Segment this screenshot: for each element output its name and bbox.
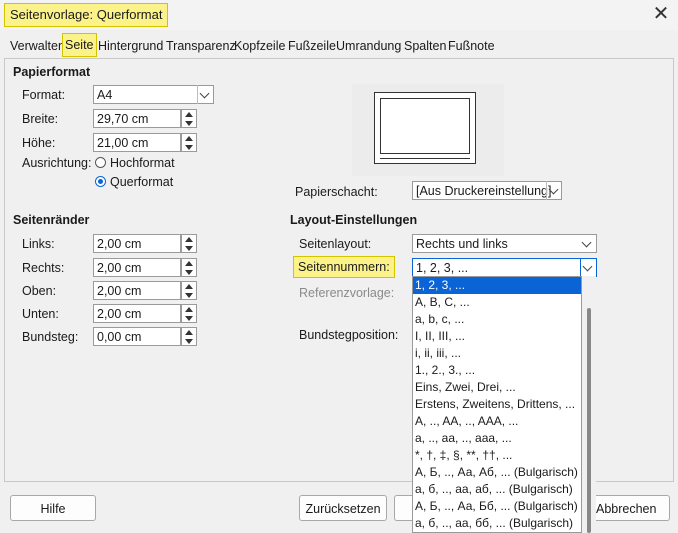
tab-spalten[interactable]: Spalten [402, 36, 448, 56]
width-label: Breite: [22, 112, 59, 126]
page-layout-value: Rechts und links [416, 237, 508, 251]
tab-seite[interactable]: Seite [62, 33, 97, 57]
close-icon[interactable]: ✕ [648, 2, 674, 26]
help-button[interactable]: Hilfe [10, 495, 96, 521]
tab-fusszeile[interactable]: Fußzeile [286, 36, 338, 56]
spin-up-icon[interactable] [185, 307, 193, 312]
spin-down-icon[interactable] [185, 316, 193, 321]
tray-dropdown-button[interactable] [546, 181, 562, 200]
landscape-label[interactable]: Querformat [110, 175, 173, 189]
page-numbers-value: 1, 2, 3, ... [416, 261, 469, 275]
list-item[interactable]: A, B, C, ... [413, 294, 581, 311]
margin-top-input[interactable]: 2,00 cm [93, 281, 181, 300]
spin-down-icon[interactable] [185, 293, 193, 298]
tab-hintergrund[interactable]: Hintergrund [96, 36, 165, 56]
margin-left-input[interactable]: 2,00 cm [93, 234, 181, 253]
list-item[interactable]: Eins, Zwei, Drei, ... [413, 379, 581, 396]
margin-bottom-label: Unten: [22, 307, 59, 321]
gutter-position-label: Bundstegposition: [299, 328, 399, 342]
margin-top-spinner[interactable] [181, 281, 197, 300]
landscape-radio[interactable] [95, 176, 106, 187]
tab-transparenz[interactable]: Transparenz [164, 36, 238, 56]
chevron-down-icon [581, 237, 592, 248]
list-item[interactable]: i, ii, iii, ... [413, 345, 581, 362]
tab-umrandung[interactable]: Umrandung [334, 36, 403, 56]
list-item[interactable]: a, .., aa, .., aaa, ... [413, 430, 581, 447]
margins-heading: Seitenränder [13, 213, 90, 227]
reference-label: Referenzvorlage: [299, 286, 395, 300]
portrait-radio[interactable] [95, 157, 106, 168]
reset-button[interactable]: Zurücksetzen [299, 495, 387, 521]
margin-right-label: Rechts: [22, 261, 65, 275]
tray-label: Papierschacht: [295, 185, 378, 199]
scrollbar-thumb[interactable] [587, 308, 591, 533]
list-item[interactable]: а, б, .., аа, бб, ... (Bulgarisch) [413, 515, 581, 532]
format-dropdown-button[interactable] [197, 85, 213, 104]
chevron-down-icon [199, 88, 210, 99]
spin-up-icon[interactable] [185, 261, 193, 266]
list-item[interactable]: А, Б, .., Аа, Бб, ... (Bulgarisch) [413, 498, 581, 515]
spin-down-icon[interactable] [185, 145, 193, 150]
spin-up-icon[interactable] [185, 112, 193, 117]
page-numbers-listbox[interactable]: 1, 2, 3, ... A, B, C, ... a, b, c, ... I… [412, 276, 582, 533]
tab-fussnote[interactable]: Fußnote [446, 36, 497, 56]
portrait-label[interactable]: Hochformat [110, 156, 175, 170]
spin-up-icon[interactable] [185, 330, 193, 335]
list-item[interactable]: I, II, III, ... [413, 328, 581, 345]
margin-top-label: Oben: [22, 284, 57, 298]
spin-down-icon[interactable] [185, 246, 193, 251]
margin-right-input[interactable]: 2,00 cm [93, 258, 181, 277]
list-item[interactable]: a, b, c, ... [413, 311, 581, 328]
margin-right-spinner[interactable] [181, 258, 197, 277]
tray-value: [Aus Druckereinstellung] [416, 184, 552, 198]
list-item[interactable]: 1, 2, 3, ... [413, 277, 581, 294]
list-item[interactable]: а, б, .., аа, аб, ... (Bulgarisch) [413, 481, 581, 498]
margin-left-spinner[interactable] [181, 234, 197, 253]
preview-content-area [380, 98, 470, 154]
chevron-down-icon [582, 261, 593, 272]
page-numbers-dropdown-button[interactable] [580, 258, 596, 277]
format-value: A4 [97, 88, 113, 102]
page-numbers-label: Seitennummern: [293, 256, 395, 278]
margin-bottom-input[interactable]: 2,00 cm [93, 304, 181, 323]
spin-up-icon[interactable] [185, 284, 193, 289]
margin-left-label: Links: [22, 237, 55, 251]
preview-footer-line [380, 158, 470, 159]
height-input[interactable]: 21,00 cm [93, 133, 181, 152]
paper-heading: Papierformat [13, 65, 91, 79]
spin-up-icon[interactable] [185, 136, 193, 141]
list-item[interactable]: A, .., AA, .., AAA, ... [413, 413, 581, 430]
chevron-down-icon [548, 184, 559, 195]
cancel-button[interactable]: Abbrechen [596, 495, 670, 521]
page-layout-select[interactable]: Rechts und links [412, 234, 597, 253]
layout-heading: Layout-Einstellungen [290, 213, 418, 227]
spin-down-icon[interactable] [185, 270, 193, 275]
margin-bottom-spinner[interactable] [181, 304, 197, 323]
width-input[interactable]: 29,70 cm [93, 109, 181, 128]
spin-up-icon[interactable] [185, 237, 193, 242]
window-title: Seitenvorlage: Querformat [4, 3, 169, 27]
format-select[interactable]: A4 [93, 85, 214, 104]
spin-down-icon[interactable] [185, 121, 193, 126]
list-item[interactable]: А, Б, .., Аа, Аб, ... (Bulgarisch) [413, 464, 581, 481]
page-numbers-select[interactable]: 1, 2, 3, ... [412, 258, 597, 277]
tab-kopfzeile[interactable]: Kopfzeile [232, 36, 287, 56]
width-spinner[interactable] [181, 109, 197, 128]
spin-down-icon[interactable] [185, 339, 193, 344]
gutter-input[interactable]: 0,00 cm [93, 327, 181, 346]
tab-verwalten[interactable]: Verwalten [8, 36, 67, 56]
list-item[interactable]: *, †, ‡, §, **, ††, ... [413, 447, 581, 464]
page-layout-label: Seitenlayout: [299, 237, 372, 251]
gutter-label: Bundsteg: [22, 330, 79, 344]
tray-select[interactable]: [Aus Druckereinstellung] [412, 181, 562, 200]
apply-button-partial[interactable] [394, 495, 412, 521]
gutter-spinner[interactable] [181, 327, 197, 346]
format-label: Format: [22, 88, 66, 102]
list-item[interactable]: Erstens, Zweitens, Drittens, ... [413, 396, 581, 413]
list-item[interactable]: 1., 2., 3., ... [413, 362, 581, 379]
orientation-label: Ausrichtung: [22, 156, 92, 170]
height-spinner[interactable] [181, 133, 197, 152]
page-layout-dropdown-button[interactable] [580, 234, 596, 253]
height-label: Höhe: [22, 136, 56, 150]
